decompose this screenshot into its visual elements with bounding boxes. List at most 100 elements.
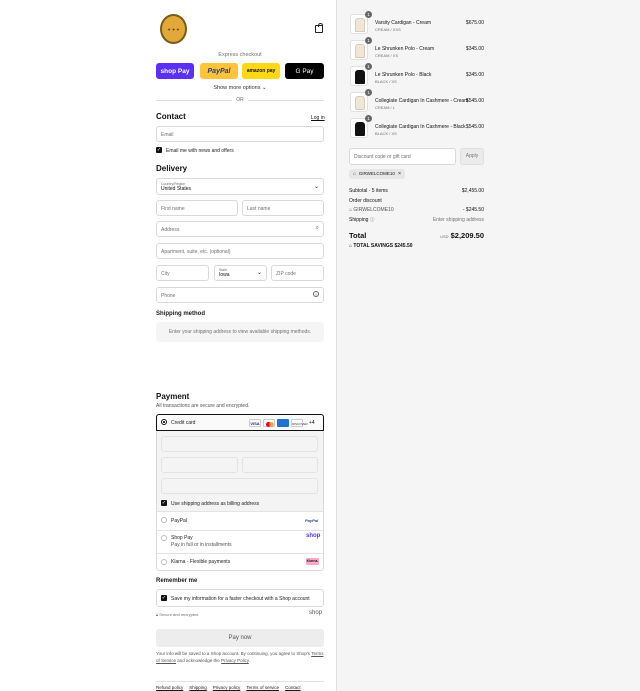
- news-checkbox[interactable]: ✓: [156, 147, 162, 153]
- tag-icon: ⌂: [353, 171, 356, 176]
- footer-contact-link[interactable]: Contact: [285, 685, 301, 690]
- footer-terms-link[interactable]: Terms of service: [246, 685, 279, 690]
- google-pay-button[interactable]: G Pay: [285, 63, 324, 79]
- apply-button[interactable]: Apply: [460, 148, 484, 165]
- visa-icon: VISA: [249, 419, 261, 427]
- state-select[interactable]: State Iowa ⌄: [214, 265, 267, 281]
- item-price: $675.00: [465, 20, 484, 26]
- mastercard-icon: [263, 419, 275, 427]
- lock-icon: 🔒︎: [156, 612, 159, 617]
- item-name: Collegiate Cardigan In Cashmere - Cream: [375, 98, 469, 104]
- shipping-label: Shipping: [349, 217, 369, 223]
- shopping-bag-icon[interactable]: [315, 23, 323, 33]
- shirt-icon: [355, 44, 365, 58]
- discount-code-input[interactable]: Discount code or gift card: [349, 148, 456, 165]
- subtotal-value: $2,455.00: [461, 188, 484, 194]
- contact-heading: Contact: [156, 112, 186, 121]
- item-variant: BLACK / XS: [375, 79, 397, 84]
- disclaimer-suffix: .: [248, 657, 251, 663]
- applied-discount-tag: ⌂ GIRWELCOME10 ×: [349, 169, 406, 179]
- total-value: $2,209.50: [450, 231, 484, 240]
- google-pay-label: G Pay: [295, 67, 314, 75]
- footer-privacy-link[interactable]: Privacy policy: [213, 685, 241, 690]
- item-quantity-badge: 1: [365, 37, 372, 44]
- store-logo[interactable]: ✦ ✦ ✦: [160, 14, 187, 44]
- paypal-label: PayPal: [207, 67, 231, 75]
- item-variant: CREAM / L: [375, 105, 396, 110]
- shoppay-radio[interactable]: [161, 535, 167, 541]
- pay-now-button[interactable]: Pay now: [156, 629, 324, 647]
- save-info-checkbox[interactable]: ✓: [161, 595, 167, 601]
- billing-checkbox-label: Use shipping address as billing address: [171, 501, 260, 507]
- paypal-option-label: PayPal: [171, 518, 187, 524]
- card-number-field[interactable]: [161, 436, 318, 452]
- shipping-method-heading: Shipping method: [156, 311, 205, 317]
- paypal-button[interactable]: PayPal: [200, 63, 238, 79]
- zip-field[interactable]: ZIP code: [271, 265, 324, 281]
- shirt-icon: [355, 70, 365, 84]
- subtotal-label: Subtotal · 5 items: [349, 188, 388, 194]
- card-name-field[interactable]: [161, 478, 318, 494]
- footer-refund-link[interactable]: Refund policy: [156, 685, 183, 690]
- billing-checkbox[interactable]: ✓: [161, 500, 167, 506]
- shirt-icon: [355, 96, 365, 110]
- secure-notice: 🔒︎ Secure and encrypted: [156, 612, 198, 617]
- amazon-pay-button[interactable]: amazon pay: [242, 63, 280, 79]
- login-link[interactable]: Log in: [311, 115, 325, 121]
- discover-icon: DISCOVER: [291, 419, 308, 427]
- credit-card-label: Credit card: [171, 420, 196, 426]
- subtotal-row: Subtotal · 5 items $2,455.00: [349, 188, 484, 194]
- klarna-radio[interactable]: [161, 559, 167, 565]
- save-info-label: Save my information for a faster checkou…: [171, 596, 310, 602]
- phone-field[interactable]: Phone?: [156, 287, 324, 303]
- chevron-down-icon: ⌄: [262, 85, 267, 91]
- last-name-field[interactable]: Last name: [242, 200, 324, 216]
- address-field[interactable]: Address ⌕: [156, 221, 324, 237]
- item-quantity-badge: 1: [365, 11, 372, 18]
- show-more-options[interactable]: Show more options ⌄: [156, 85, 324, 91]
- help-icon[interactable]: ?: [313, 291, 319, 297]
- privacy-link[interactable]: Privacy Policy: [221, 658, 249, 663]
- remove-discount-icon[interactable]: ×: [398, 169, 401, 179]
- item-name: Le Shrunken Polo - Black: [375, 72, 432, 78]
- shoppay-sublabel: Pay in full or in installments: [171, 542, 232, 548]
- phone-placeholder: Phone: [161, 293, 176, 299]
- news-checkbox-label: Email me with news and offers: [166, 148, 234, 154]
- help-icon[interactable]: ⓘ: [370, 217, 375, 222]
- applied-code: GIRWELCOME10: [358, 171, 395, 176]
- discount-code-label: GIRWELCOME10: [353, 207, 394, 213]
- item-price: $545.00: [465, 124, 484, 130]
- city-field[interactable]: City: [156, 265, 209, 281]
- footer-links: Refund policy Shipping Privacy policy Te…: [156, 685, 301, 690]
- search-icon: ⌕: [315, 225, 319, 231]
- address-placeholder: Address: [161, 227, 180, 233]
- item-name: Varsity Cardigan - Cream: [375, 20, 432, 26]
- first-name-field[interactable]: First name: [156, 200, 238, 216]
- paypal-radio[interactable]: [161, 517, 167, 523]
- payment-subtitle: All transactions are secure and encrypte…: [156, 403, 250, 409]
- chevron-down-icon: ⌄: [313, 184, 319, 190]
- total-amount: USD $2,209.50: [440, 231, 484, 240]
- card-cvv-field[interactable]: [242, 457, 318, 473]
- express-checkout-label: Express checkout: [218, 52, 262, 58]
- item-name: Collegiate Cardigan In Cashmere - Black: [375, 124, 466, 130]
- item-name: Le Shrunken Polo - Cream: [375, 46, 435, 52]
- credit-card-radio[interactable]: [161, 419, 167, 425]
- chevron-down-icon: ⌄: [256, 270, 262, 276]
- apartment-field[interactable]: Apartment, suite, etc. (optional): [156, 243, 324, 259]
- discount-value: - $245.50: [462, 207, 484, 213]
- savings-label: TOTAL SAVINGS: [353, 243, 394, 249]
- order-discount-label: Order discount: [349, 198, 382, 204]
- shoppay-option-label: Shop Pay: [171, 535, 193, 541]
- disclaimer-prefix: Your info will be saved to a Shop accoun…: [156, 651, 311, 656]
- email-field[interactable]: Email: [156, 126, 324, 142]
- card-expiry-field[interactable]: [161, 457, 238, 473]
- shop-pay-button[interactable]: shop Pay: [156, 63, 194, 79]
- item-variant: BLACK / XS: [375, 131, 397, 136]
- footer-shipping-link[interactable]: Shipping: [189, 685, 207, 690]
- show-more-label: Show more options: [213, 85, 261, 91]
- country-select[interactable]: Country/Region United States ⌄: [156, 178, 324, 195]
- total-savings-row: ⌂ TOTAL SAVINGS $245.50: [349, 243, 484, 249]
- item-quantity-badge: 1: [365, 63, 372, 70]
- footer-divider: [156, 681, 324, 682]
